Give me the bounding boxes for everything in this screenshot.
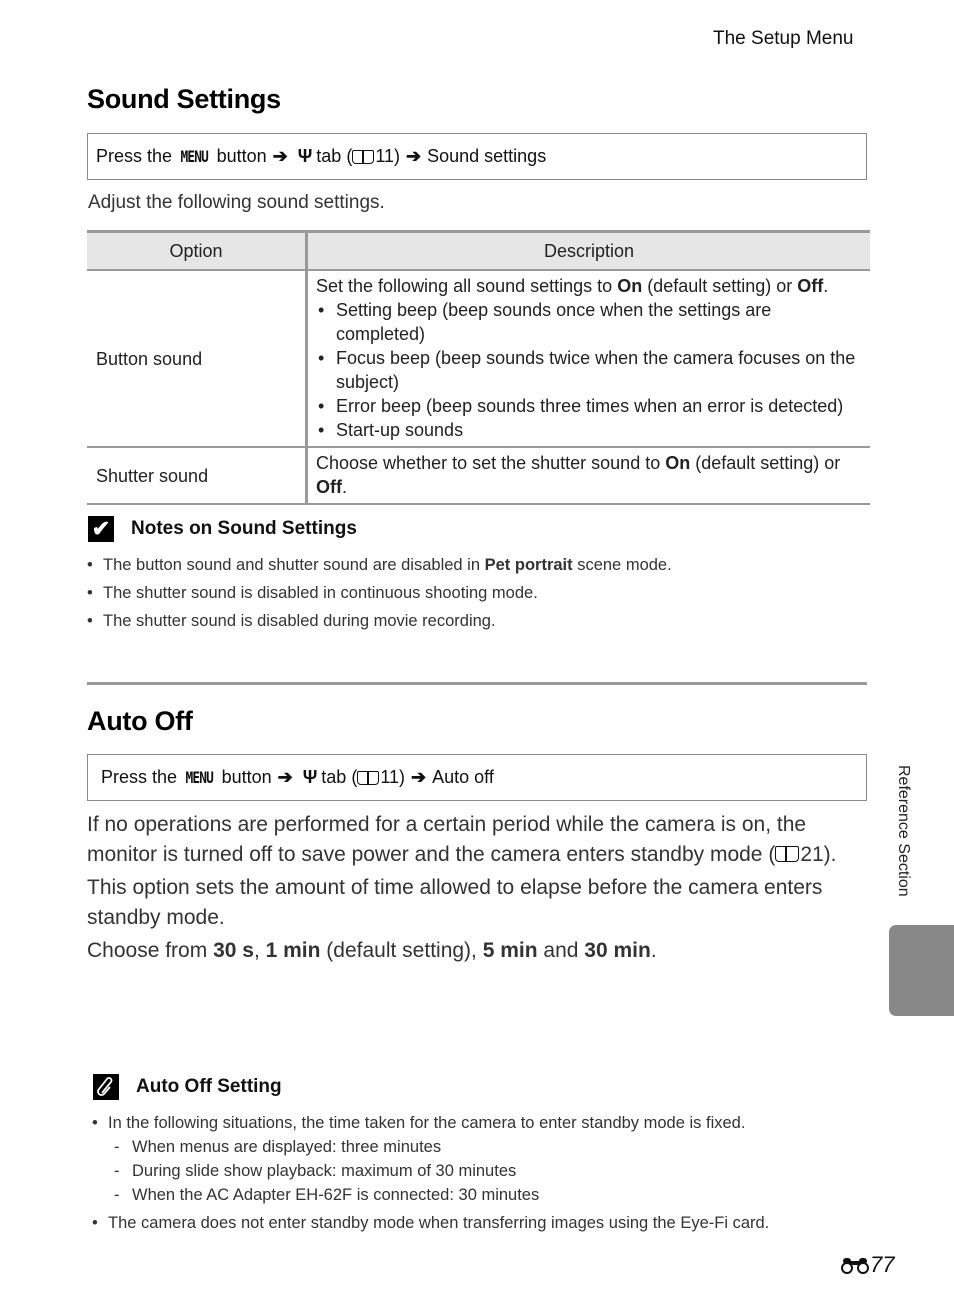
list-item: Focus beep (beep sounds twice when the c… — [318, 346, 864, 394]
desc-text: . — [823, 276, 829, 296]
choice-option: 5 min — [482, 939, 538, 962]
sub-list-item: When the AC Adapter EH-62F is connected:… — [92, 1186, 769, 1210]
page-number-text: 77 — [870, 1252, 895, 1277]
sound-settings-nav-path: Press the MENU button ➔ Ψ tab ( 11) ➔ So… — [87, 133, 867, 180]
list-item: The button sound and shutter sound are d… — [87, 556, 672, 584]
choice-option: 30 s — [213, 939, 254, 962]
running-header: The Setup Menu — [713, 28, 854, 49]
arrow-right-icon: ➔ — [411, 767, 427, 787]
list-item: The shutter sound is disabled in continu… — [87, 584, 672, 612]
auto-off-title: Auto Off — [87, 706, 193, 736]
nav-button-word: button — [221, 767, 272, 787]
nav-tab-word: tab ( — [321, 767, 358, 787]
auto-off-paragraph-2: This option sets the amount of time allo… — [87, 876, 823, 929]
list-item: The camera does not enter standby mode w… — [92, 1214, 769, 1242]
choice-option: 30 min — [584, 939, 651, 962]
auto-off-note-list: In the following situations, the time ta… — [92, 1114, 769, 1242]
list-item: Start-up sounds — [318, 418, 864, 442]
page-number: 77 — [840, 1252, 894, 1278]
arrow-right-icon: ➔ — [272, 146, 288, 166]
table-row: Shutter sound Choose whether to set the … — [87, 447, 870, 505]
option-description: Choose whether to set the shutter sound … — [305, 447, 870, 505]
choice-text: Choose from — [87, 939, 214, 962]
table-header-description: Description — [305, 230, 870, 271]
choice-option: 1 min — [265, 939, 321, 962]
nav-destination: Auto off — [432, 767, 494, 787]
sound-list: Setting beep (beep sounds once when the … — [316, 298, 864, 442]
option-name: Shutter sound — [87, 447, 307, 505]
book-icon — [775, 846, 800, 862]
list-item: Setting beep (beep sounds once when the … — [318, 298, 864, 346]
desc-text: (default setting) or — [642, 276, 798, 296]
desc-text: (default setting) or — [690, 453, 841, 473]
notes-sound-settings: ✔ Notes on Sound Settings — [88, 516, 357, 542]
side-tab-label: Reference Section — [895, 765, 912, 897]
desc-text: Choose whether to set the shutter sound … — [316, 453, 666, 473]
auto-off-paragraph-1: If no operations are performed for a cer… — [87, 810, 877, 870]
section-divider — [87, 682, 867, 685]
nav-page-ref: 11) — [380, 767, 406, 787]
nav-destination: Sound settings — [427, 146, 547, 166]
sound-options-table: Option Description Button sound Set the … — [87, 230, 870, 505]
notes-list: The button sound and shutter sound are d… — [87, 556, 672, 640]
choice-text: . — [650, 939, 657, 962]
desc-off: Off — [797, 276, 824, 296]
menu-button-glyph: MENU — [180, 147, 209, 166]
list-item: The shutter sound is disabled during mov… — [87, 612, 672, 640]
auto-off-nav-path: Press the MENU button ➔ Ψ tab ( 11) ➔ Au… — [87, 754, 867, 801]
table-header-option: Option — [87, 230, 307, 271]
paperclip-icon — [93, 1074, 119, 1100]
arrow-right-icon: ➔ — [277, 767, 293, 787]
auto-off-choices: Choose from 30 s, 1 min (default setting… — [87, 936, 877, 966]
choice-text: (default setting), — [320, 939, 483, 962]
notes-title: Notes on Sound Settings — [131, 518, 357, 539]
wrench-icon: Ψ — [297, 146, 313, 166]
note-text: scene mode. — [572, 556, 672, 574]
desc-on: On — [617, 276, 643, 296]
option-name: Button sound — [87, 270, 307, 448]
checkmark-icon: ✔ — [88, 516, 114, 542]
reference-section-tab[interactable] — [889, 925, 954, 1016]
sound-settings-title: Sound Settings — [87, 84, 281, 114]
desc-off: Off — [316, 477, 342, 497]
paragraph-line: monitor is turned off to save power and … — [87, 843, 776, 866]
nav-prefix: Press the — [96, 146, 173, 166]
nav-prefix: Press the — [101, 767, 178, 787]
book-icon — [357, 770, 380, 785]
paragraph-line: If no operations are performed for a cer… — [87, 813, 807, 836]
sound-settings-intro: Adjust the following sound settings. — [88, 192, 385, 213]
note-title: Auto Off Setting — [136, 1076, 282, 1097]
table-row: Button sound Set the following all sound… — [87, 270, 870, 448]
book-icon — [352, 149, 375, 164]
note-text: The button sound and shutter sound are d… — [103, 556, 485, 574]
note-bold: Pet portrait — [484, 556, 573, 574]
arrow-right-icon: ➔ — [406, 146, 422, 166]
option-description: Set the following all sound settings to … — [305, 270, 870, 448]
note-text: The shutter sound is disabled in continu… — [103, 584, 538, 602]
choice-text: , — [253, 939, 266, 962]
choice-text: and — [537, 939, 585, 962]
page-ref: 21). — [800, 843, 837, 866]
wrench-icon: Ψ — [302, 767, 318, 787]
nav-button-word: button — [216, 146, 267, 166]
auto-off-note: Auto Off Setting — [93, 1074, 282, 1100]
list-item: Error beep (beep sounds three times when… — [318, 394, 864, 418]
sub-list-item: When menus are displayed: three minutes — [92, 1138, 769, 1162]
list-item: In the following situations, the time ta… — [92, 1114, 769, 1138]
sub-list-item: During slide show playback: maximum of 3… — [92, 1162, 769, 1186]
desc-on: On — [665, 453, 691, 473]
nav-page-ref: 11) — [375, 146, 401, 166]
nav-tab-word: tab ( — [316, 146, 353, 166]
binoculars-icon — [841, 1258, 869, 1274]
desc-text: Set the following all sound settings to — [316, 276, 618, 296]
desc-text: . — [342, 477, 348, 497]
note-text: The shutter sound is disabled during mov… — [103, 612, 496, 630]
menu-button-glyph: MENU — [185, 768, 214, 787]
